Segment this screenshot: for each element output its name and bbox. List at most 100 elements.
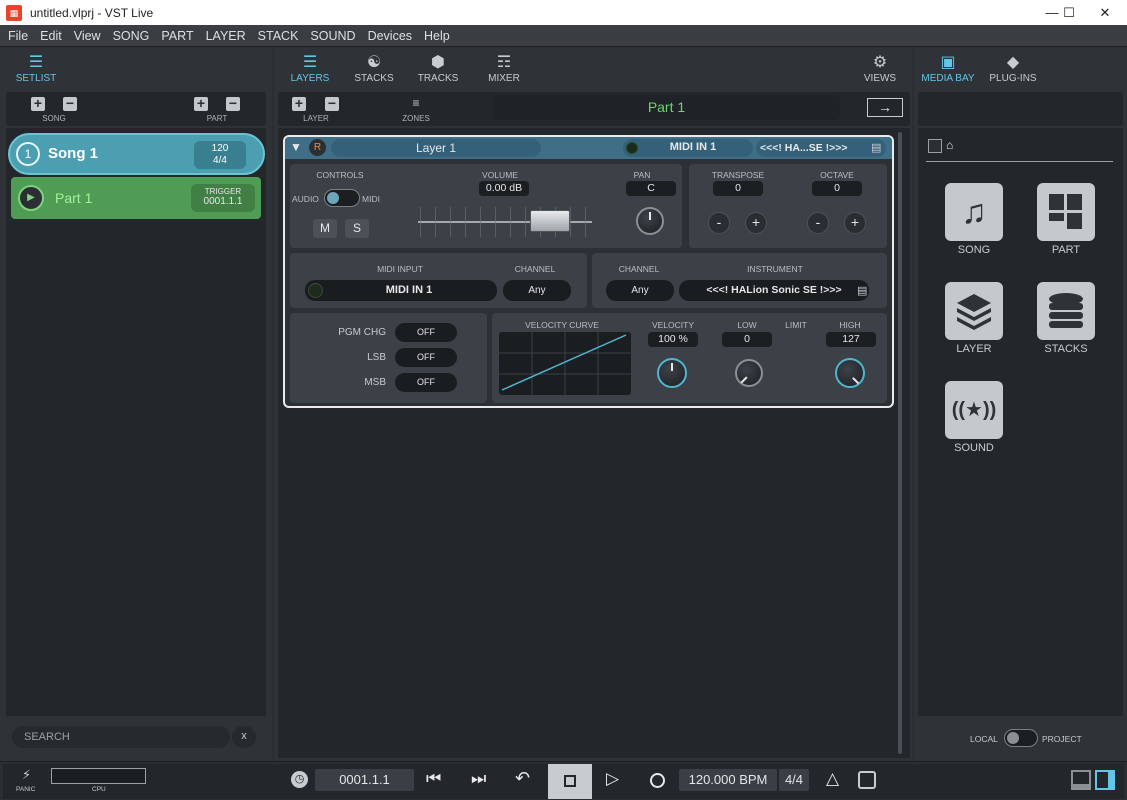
maximize-button[interactable]: ☐ [1052,0,1086,25]
pgm-chg-toggle[interactable]: OFF [395,323,457,342]
mute-button[interactable]: M [313,219,337,238]
part-trigger-box[interactable]: TRIGGER 0001.1.1 [191,184,255,212]
channel-in-select[interactable]: Any [503,280,571,301]
home-icon[interactable]: ⌂ [946,138,953,152]
instrument-select[interactable]: <<<! HALion Sonic SE !>>> [679,280,869,301]
stop-button[interactable] [548,764,592,799]
record-icon[interactable] [650,773,665,788]
tab-plugins[interactable]: ◆ PLUG-INS [988,54,1038,84]
media-bay-toolbar [918,92,1123,126]
clock-icon[interactable]: ◷ [291,771,308,788]
go-to-next-icon[interactable]: ⏭ [471,769,486,789]
record-button[interactable]: R [309,139,326,156]
solo-button[interactable]: S [345,219,369,238]
volume-value[interactable]: 0.00 dB [479,181,529,196]
media-tile-song[interactable]: ♫ [945,183,1003,241]
mixer-icon: ☶ [496,54,512,71]
limit-label: LIMIT [785,320,807,330]
pan-value[interactable]: C [626,181,676,196]
tempo-display[interactable]: 120.000 BPM [679,769,777,791]
count-in-checkbox[interactable] [858,771,876,789]
media-tile-part[interactable] [1037,183,1095,241]
views-button[interactable]: ⚙ VIEWS [858,54,902,84]
collapse-triangle-icon[interactable]: ▼ [290,140,302,154]
panic-icon[interactable]: ⚡ [22,767,31,783]
cycle-icon[interactable]: ↶ [515,768,530,789]
menu-edit[interactable]: Edit [34,29,68,43]
part-play-icon[interactable]: ▶ [18,185,44,211]
octave-minus-button[interactable]: - [807,212,829,234]
menu-file[interactable]: File [2,29,34,43]
lsb-toggle[interactable]: OFF [395,348,457,367]
transpose-plus-button[interactable]: + [745,212,767,234]
octave-value[interactable]: 0 [812,181,862,196]
add-part-button[interactable]: + [194,96,208,111]
go-to-start-icon[interactable]: ⏮ [426,769,441,789]
audio-midi-toggle[interactable] [324,189,360,207]
add-layer-button[interactable]: + [292,96,306,111]
layer-midi-in-box[interactable]: MIDI IN 1 [623,139,753,157]
pan-knob[interactable] [636,207,664,235]
menu-layer[interactable]: LAYER [200,29,252,43]
media-tile-layer[interactable] [945,282,1003,340]
layer-instrument[interactable]: <<<! HA...SE !>>> [756,139,886,157]
media-tile-stacks[interactable] [1037,282,1095,340]
midi-input-select[interactable]: MIDI IN 1 [305,280,497,301]
high-knob[interactable] [835,358,865,388]
signature-display[interactable]: 4/4 [779,769,809,791]
tab-stacks[interactable]: ☯ STACKS [352,54,396,84]
tab-mixer[interactable]: ☶ MIXER [482,54,526,84]
tab-media-bay[interactable]: ▣ MEDIA BAY [920,54,976,84]
select-checkbox[interactable] [928,139,942,153]
zones-icon[interactable]: ≡ [407,97,425,111]
velocity-value[interactable]: 100 % [648,332,698,347]
menu-view[interactable]: View [68,29,107,43]
octave-plus-button[interactable]: + [844,212,866,234]
close-button[interactable]: ✕ [1088,0,1122,25]
media-tile-sound[interactable]: ((★)) [945,381,1003,439]
search-input[interactable]: SEARCH [12,726,230,748]
search-clear-button[interactable]: x [232,726,256,748]
volume-fader[interactable] [418,207,592,239]
remove-song-button[interactable]: − [63,96,77,111]
menu-sound[interactable]: SOUND [304,29,361,43]
menu-devices[interactable]: Devices [362,29,418,43]
song-item[interactable]: 1 Song 1 120 4/4 [8,133,265,175]
media-bay-icon: ▣ [940,54,956,71]
position-display[interactable]: 0001.1.1 [315,769,414,791]
velocity-curve-graph[interactable] [499,332,631,395]
metronome-icon[interactable]: △ [826,769,839,789]
velocity-knob[interactable] [657,358,687,388]
transpose-value[interactable]: 0 [713,181,763,196]
msb-toggle[interactable]: OFF [395,373,457,392]
tab-layers[interactable]: ☰ LAYERS [288,54,332,84]
instrument-keyboard-icon[interactable]: ▤ [857,284,867,297]
fader-handle[interactable] [530,210,570,232]
play-icon[interactable]: ▷ [606,769,619,789]
gear-icon: ⚙ [872,54,888,71]
keyboard-icon[interactable]: ▤ [871,141,881,154]
tab-tracks[interactable]: ⬢ TRACKS [416,54,460,84]
high-value[interactable]: 127 [826,332,876,347]
local-project-toggle[interactable] [1004,729,1038,747]
next-part-arrow-icon[interactable]: → [867,98,903,117]
transpose-minus-button[interactable]: - [708,212,730,234]
low-knob[interactable] [735,359,763,387]
part-item[interactable]: ▶ Part 1 TRIGGER 0001.1.1 [11,177,261,219]
layer-name[interactable]: Layer 1 [331,139,541,157]
lower-zone-toggle-icon[interactable] [1071,770,1091,790]
add-song-button[interactable]: + [31,96,45,111]
menu-help[interactable]: Help [418,29,456,43]
menu-song[interactable]: SONG [107,29,156,43]
right-zone-toggle-icon[interactable] [1095,770,1115,790]
remove-layer-button[interactable]: − [325,96,339,111]
low-value[interactable]: 0 [722,332,772,347]
menu-part[interactable]: PART [155,29,199,43]
layers-scrollbar[interactable] [898,132,902,754]
menu-stack[interactable]: STACK [252,29,305,43]
channel-out-select[interactable]: Any [606,280,674,301]
setlist-tab[interactable]: ☰ SETLIST [12,54,60,84]
pan-label: PAN [633,170,651,180]
part-label: PART [206,114,228,123]
remove-part-button[interactable]: − [226,96,240,111]
